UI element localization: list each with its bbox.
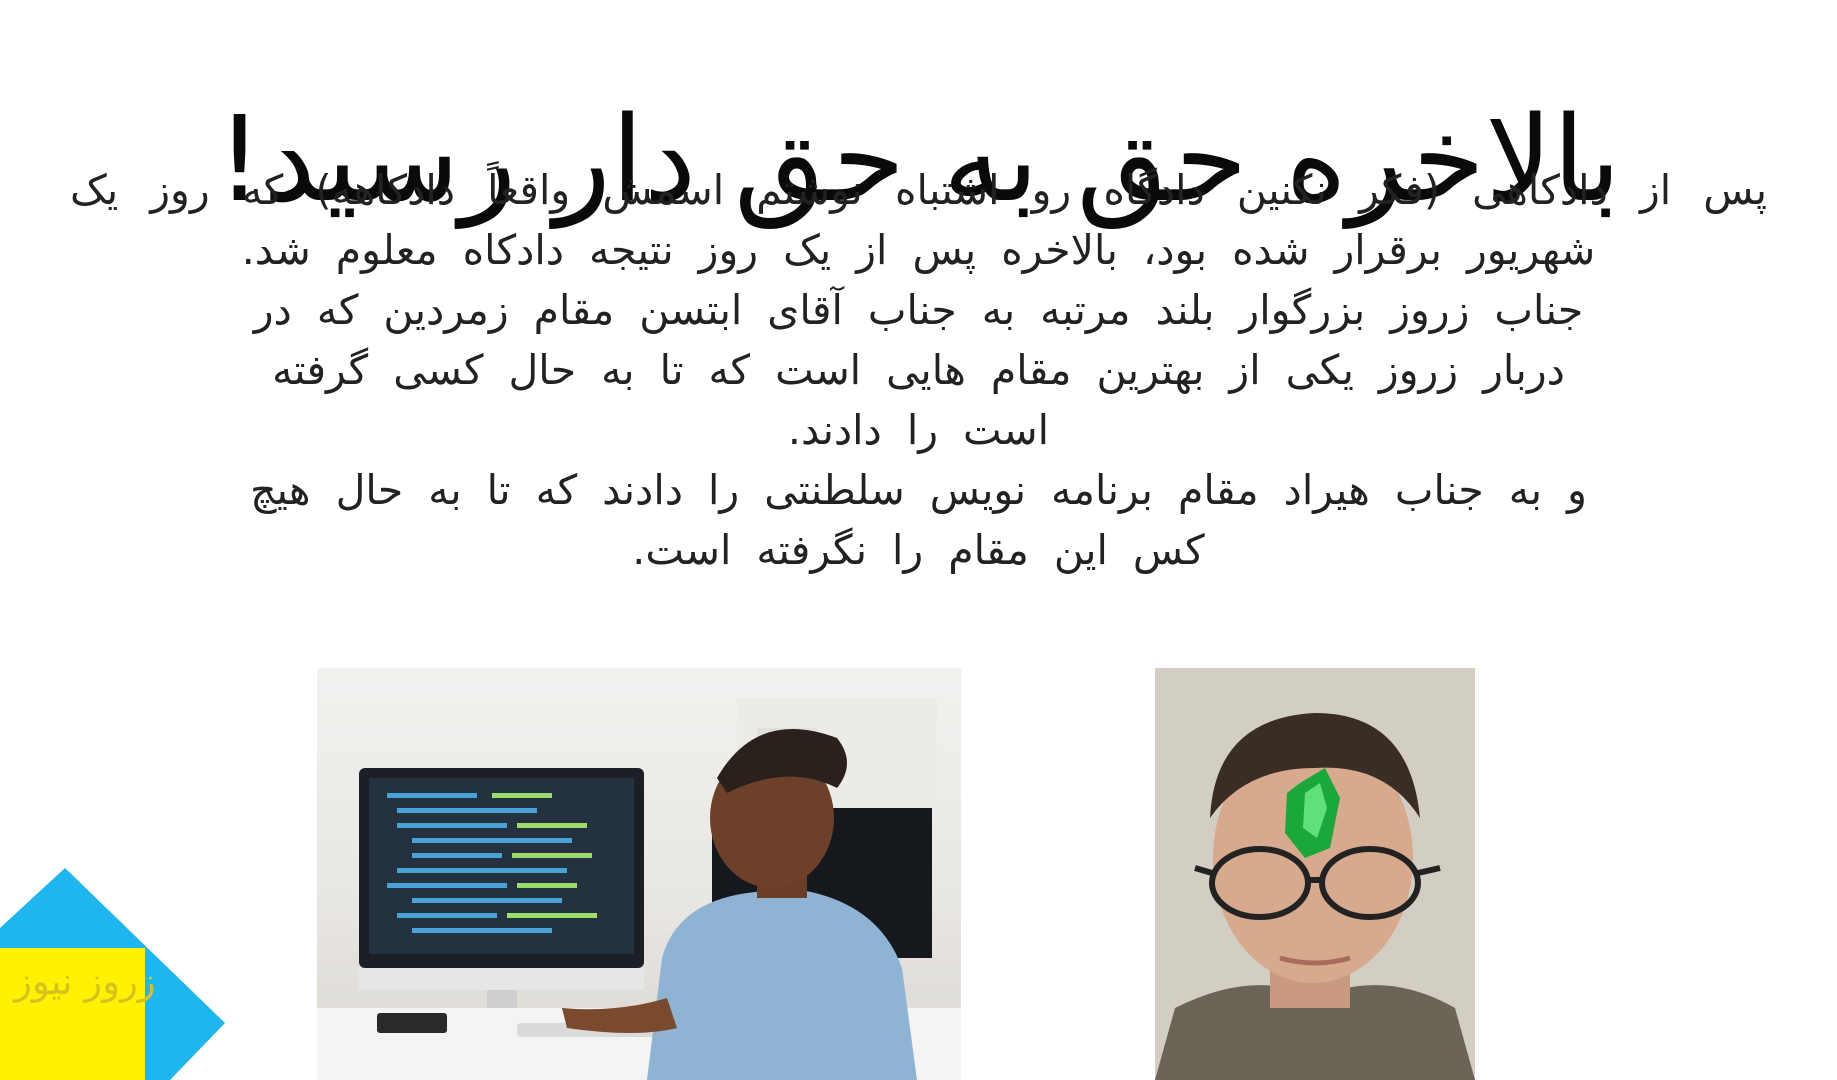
boy-illustration: [1155, 668, 1475, 1080]
paragraph-programmer-rank: و به جناب هیراد مقام برنامه نویس سلطنتی …: [250, 466, 1587, 574]
article-body: پس از دادکاهی (فکر نکنین دادگاه رو اشتبا…: [50, 160, 1787, 580]
paragraph-emerald-rank: جناب زروز بزرگوار بلند مرتبه به جناب آقا…: [253, 286, 1584, 454]
paragraph-trial: پس از دادکاهی (فکر نکنین دادگاه رو اشتبا…: [70, 166, 1767, 274]
programmer-illustration: [317, 698, 961, 1080]
programmer-photo: [317, 668, 961, 1080]
boy-with-emerald-photo: [1155, 668, 1475, 1080]
logo-text: زروز نیوز: [14, 960, 156, 1003]
